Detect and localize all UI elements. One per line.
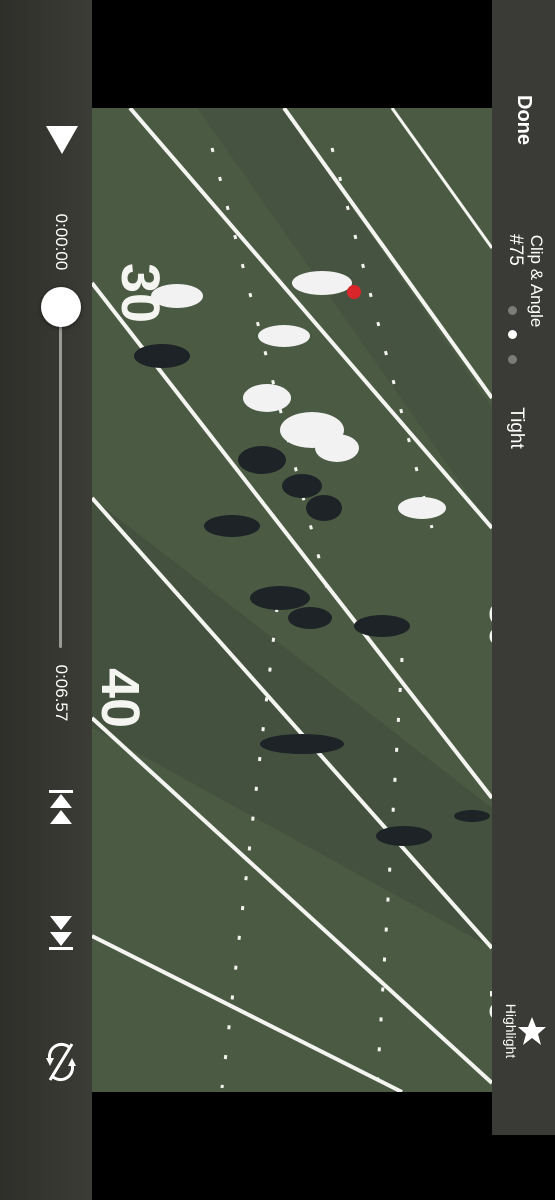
star-icon[interactable] <box>517 1016 547 1046</box>
scrubber-track[interactable] <box>59 306 62 648</box>
skip-forward-icon[interactable] <box>46 912 76 952</box>
yard-number: 40 <box>481 978 492 1023</box>
football-field-view: 30 40 40 30 <box>92 108 492 1092</box>
playback-controls-bar <box>0 0 92 1200</box>
angle-page-dot-active[interactable] <box>508 330 517 339</box>
yard-number: 40 <box>92 668 150 728</box>
video-frame[interactable]: 30 40 40 30 <box>92 108 492 1092</box>
scrubber-thumb[interactable] <box>41 287 81 327</box>
total-time: 0:06.57 <box>52 664 71 722</box>
rotate-lock-icon[interactable] <box>44 1040 78 1084</box>
clip-number: #75 <box>505 234 526 266</box>
angle-name[interactable]: Tight <box>503 393 527 463</box>
angle-page-dot[interactable] <box>508 355 517 364</box>
highlight-button[interactable]: Highlight <box>501 993 519 1069</box>
yard-number: 30 <box>481 603 492 648</box>
clip-angle-label: Clip & Angle <box>527 234 546 328</box>
clip-info-panel <box>492 0 555 1135</box>
angle-page-dot[interactable] <box>508 306 517 315</box>
play-icon[interactable] <box>44 124 80 156</box>
current-time: 0:00:00 <box>52 213 71 271</box>
done-button[interactable]: Done <box>511 85 535 155</box>
video-player-screen: 0:00:00 0:06.57 30 40 40 30 Done #75 Cli… <box>0 0 555 1200</box>
player-red-helmet <box>347 285 361 299</box>
skip-back-icon[interactable] <box>46 788 76 828</box>
